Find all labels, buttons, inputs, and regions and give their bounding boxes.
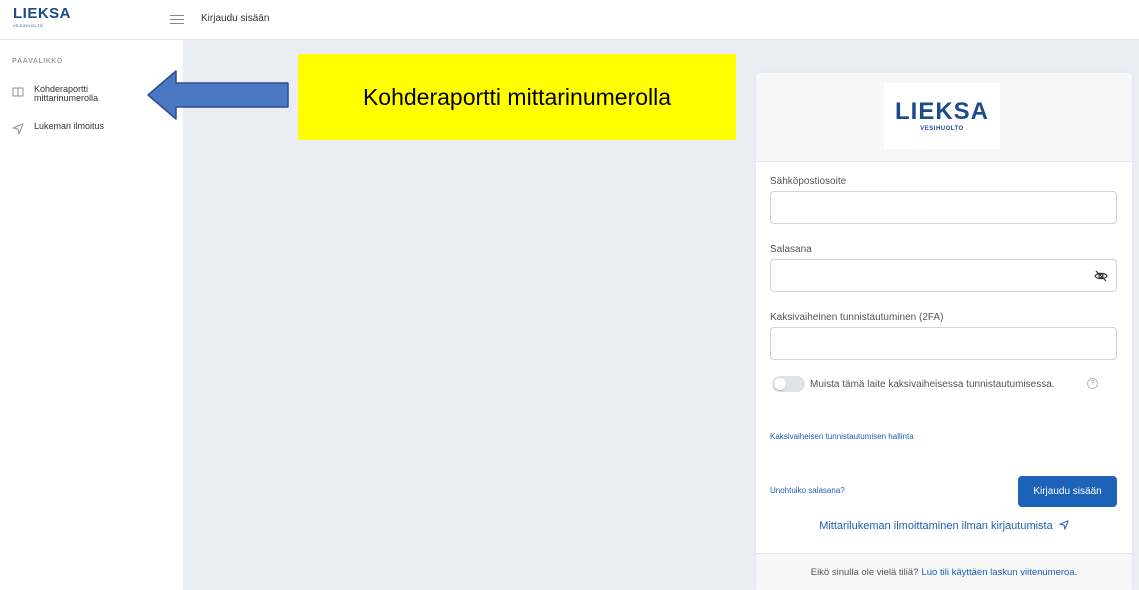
sidebar-item-label: Kohderaportti mittarinumerolla (34, 84, 99, 103)
header-logo[interactable]: LIEKSA VESIHUOLTO (13, 6, 73, 34)
email-field[interactable] (771, 192, 1116, 223)
twofa-label: Kaksivaiheinen tunnistautuminen (2FA) (770, 312, 944, 323)
eye-slash-icon[interactable] (1094, 269, 1108, 283)
header-logo-tag: VESIHUOLTO (13, 23, 44, 28)
footer-text: Eikö sinulla ole vielä tiliä? (810, 566, 919, 578)
sidebar-item-kohderaportti[interactable]: Kohderaportti mittarinumerolla (12, 85, 124, 103)
twofa-field-wrapper (770, 327, 1117, 360)
password-field-wrapper (770, 259, 1117, 292)
sidebar-item-label: Lukeman ilmoitus (34, 121, 105, 131)
login-logo-tag: VESIHUOLTO (920, 126, 964, 132)
login-logo-brand: LIEKSA (894, 98, 989, 125)
book-icon (12, 87, 24, 97)
hamburger-menu-icon[interactable] (170, 12, 184, 26)
annotation-text: Kohderaportti mittarinumerolla (362, 83, 672, 110)
register-link[interactable]: Luo tili käyttäen laskun viitenumeroa. (921, 567, 1077, 578)
send-icon (12, 123, 24, 135)
login-card-footer: Eikö sinulla ole vielä tiliä? Luo tili k… (756, 553, 1132, 590)
remember-device-label: Muista tämä laite kaksivaiheisessa tunni… (810, 379, 1055, 390)
email-field-wrapper (770, 191, 1117, 224)
top-bar: LIEKSA VESIHUOLTO Kirjaudu sisään (0, 0, 1139, 40)
forgot-password-link[interactable]: Unohtuiko salasana? (770, 486, 845, 495)
annotation-callout: Kohderaportti mittarinumerolla (298, 54, 736, 140)
annotation-arrow-icon (147, 70, 289, 120)
remember-device-toggle[interactable] (772, 376, 805, 392)
twofa-field[interactable] (771, 328, 1116, 359)
guest-reading-link[interactable]: Mittarilukeman ilmoittaminen ilman kirja… (756, 520, 1132, 532)
send-icon (1059, 520, 1069, 530)
page-title: Kirjaudu sisään (201, 13, 270, 24)
sidebar-item-lukeman-ilmoitus[interactable]: Lukeman ilmoitus (12, 122, 124, 135)
login-card-header: LIEKSA VESIHUOLTO (756, 73, 1132, 162)
login-card: LIEKSA VESIHUOLTO Sähköpostiosoite Salas… (756, 73, 1132, 590)
email-label: Sähköpostiosoite (770, 176, 847, 187)
header-logo-brand: LIEKSA (13, 5, 72, 22)
login-logo: LIEKSA VESIHUOLTO (884, 83, 1000, 149)
help-icon[interactable]: ? (1087, 378, 1098, 389)
password-field[interactable] (771, 260, 1116, 291)
sidebar-heading: PÄÄVALIKKO (12, 58, 63, 65)
manage-2fa-link[interactable]: Kaksivaiheisen tunnistautumisen hallinta (770, 432, 914, 441)
sidebar: PÄÄVALIKKO Kohderaportti mittarinumeroll… (0, 40, 183, 590)
login-button[interactable]: Kirjaudu sisään (1018, 476, 1117, 507)
password-label: Salasana (770, 244, 812, 255)
toggle-knob (774, 378, 786, 390)
guest-reading-label: Mittarilukeman ilmoittaminen ilman kirja… (819, 520, 1053, 532)
